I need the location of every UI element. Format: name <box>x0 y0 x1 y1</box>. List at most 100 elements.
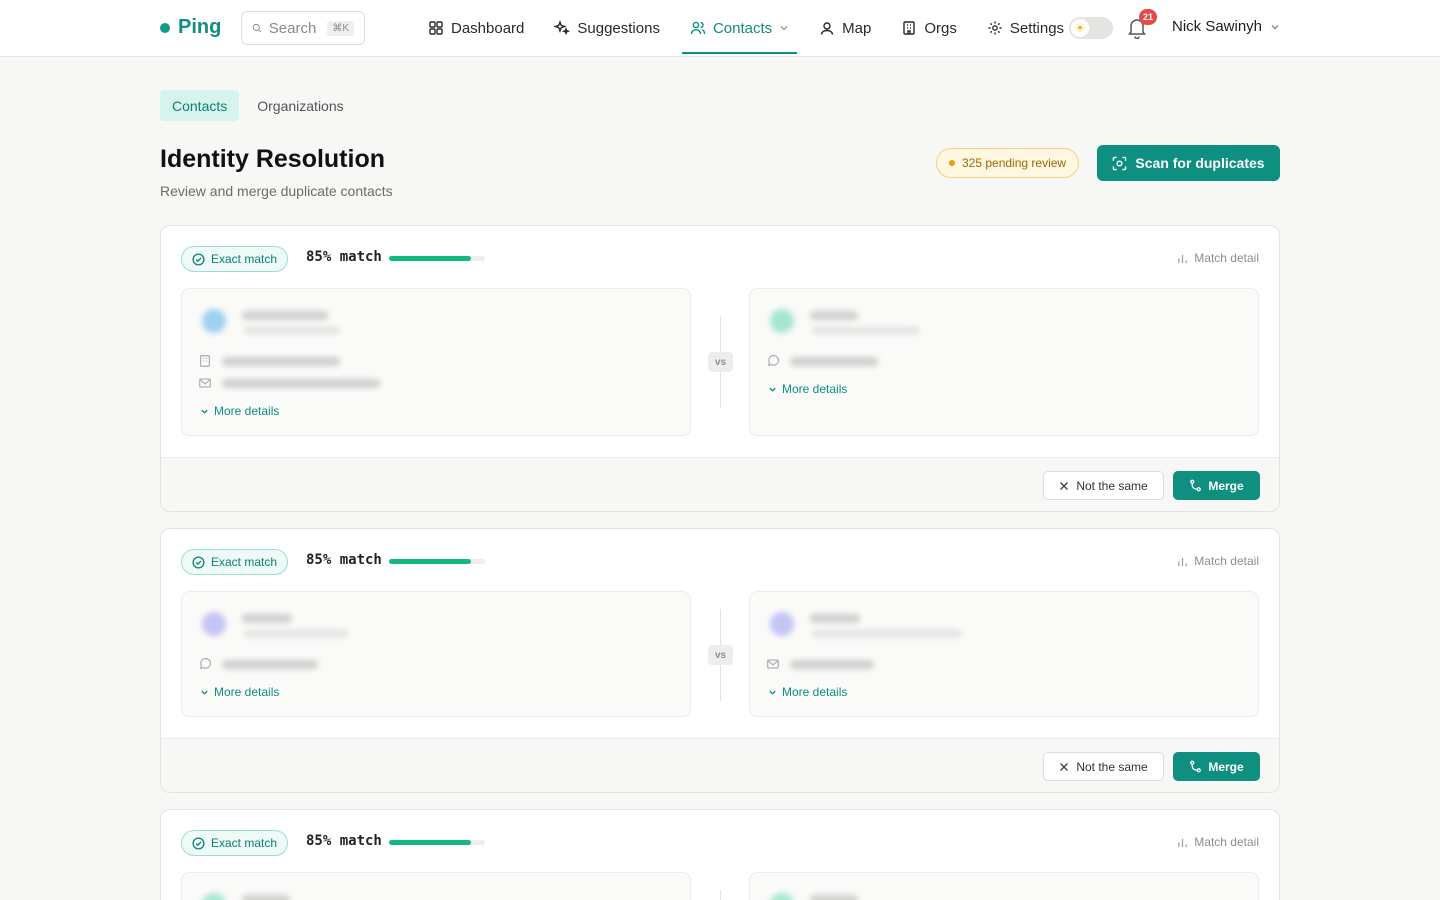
nav-contacts[interactable]: Contacts <box>681 0 798 56</box>
match-score-fill <box>389 256 471 261</box>
match-score: 85% match <box>306 249 382 265</box>
redacted-subtitle <box>244 630 348 637</box>
top-navigation-bar: Ping Search ⌘K Dashboard Suggestions Con… <box>0 0 1440 57</box>
check-circle-icon <box>192 836 205 850</box>
nav-label: Suggestions <box>577 19 660 37</box>
scan-label: Scan for duplicates <box>1135 155 1265 171</box>
map-pin-icon <box>820 22 834 35</box>
chevron-down-icon <box>769 387 776 392</box>
match-detail-link[interactable]: Match detail <box>1177 554 1259 568</box>
avatar <box>770 612 794 636</box>
more-details-toggle[interactable]: More details <box>200 685 279 699</box>
avatar <box>202 893 226 900</box>
redacted-email <box>222 379 380 388</box>
redacted-handle <box>790 357 878 366</box>
redacted-name <box>810 895 858 900</box>
nav-suggestions[interactable]: Suggestions <box>550 0 664 56</box>
subtab-organizations[interactable]: Organizations <box>245 90 355 121</box>
match-score-bar <box>389 840 485 845</box>
match-score-fill <box>389 840 471 845</box>
check-circle-icon <box>192 555 205 569</box>
subtab-contacts[interactable]: Contacts <box>160 90 240 121</box>
more-details-label: More details <box>214 404 280 418</box>
scan-duplicates-button[interactable]: Scan for duplicates <box>1097 145 1280 181</box>
redacted-name <box>242 895 290 900</box>
sun-icon: ☀ <box>1071 19 1089 37</box>
merge-icon <box>1190 479 1202 492</box>
redacted-handle <box>222 660 318 669</box>
redacted-subtitle <box>244 327 340 334</box>
building-icon <box>903 21 916 35</box>
contact-panel-left <box>181 872 691 900</box>
badge-label: Exact match <box>211 555 278 569</box>
avatar <box>202 612 226 636</box>
chat-bubble-icon <box>767 354 780 367</box>
close-icon <box>1060 481 1069 490</box>
nav-orgs[interactable]: Orgs <box>897 0 961 56</box>
match-score-bar <box>389 559 485 564</box>
search-icon <box>252 23 262 33</box>
avatar <box>770 893 794 900</box>
match-score: 85% match <box>306 833 382 849</box>
contact-panel-right: More details <box>749 288 1259 436</box>
not-the-same-label: Not the same <box>1076 478 1148 493</box>
merge-button[interactable]: Merge <box>1173 752 1260 781</box>
theme-toggle[interactable]: ☀ <box>1069 17 1113 39</box>
mail-icon <box>767 659 779 669</box>
more-details-toggle[interactable]: More details <box>200 404 279 418</box>
badge-label: Exact match <box>211 836 278 850</box>
redacted-name <box>242 614 292 623</box>
match-detail-link[interactable]: Match detail <box>1177 251 1259 265</box>
card-actions: Not the same Merge <box>161 738 1279 792</box>
status-dot-icon <box>949 160 955 166</box>
check-circle-icon <box>192 252 205 266</box>
contact-panel-left: More details <box>181 591 691 717</box>
redacted-organization <box>222 357 340 366</box>
match-detail-link[interactable]: Match detail <box>1177 835 1259 849</box>
exact-match-badge: Exact match <box>181 830 289 856</box>
not-the-same-button[interactable]: Not the same <box>1043 752 1164 781</box>
match-score-fill <box>389 559 471 564</box>
nav-label: Settings <box>1009 19 1065 37</box>
search-box[interactable]: Search ⌘K <box>241 11 365 45</box>
contact-panel-right: More details <box>749 591 1259 717</box>
main-nav: Dashboard Suggestions Contacts Map Orgs … <box>424 0 1090 56</box>
page-subtitle: Review and merge duplicate contacts <box>160 183 393 199</box>
redacted-name <box>242 311 328 320</box>
nav-label: Dashboard <box>451 19 525 37</box>
match-score: 85% match <box>306 552 382 568</box>
nav-map[interactable]: Map <box>815 0 875 56</box>
duplicate-card: Exact match 85% match Match detail More … <box>160 225 1280 512</box>
app-logo[interactable]: Ping <box>160 16 221 39</box>
merge-button[interactable]: Merge <box>1173 471 1260 500</box>
bar-chart-icon <box>1178 557 1188 566</box>
close-icon <box>1060 762 1069 771</box>
redacted-name <box>810 311 858 320</box>
gear-icon <box>988 21 1002 35</box>
pending-label: 325 pending review <box>962 156 1067 170</box>
duplicate-card: Exact match 85% match Match detail <box>160 809 1280 900</box>
chevron-down-icon <box>1271 24 1279 29</box>
more-details-toggle[interactable]: More details <box>768 382 847 396</box>
match-detail-label: Match detail <box>1194 251 1259 265</box>
notification-count-badge: 21 <box>1139 9 1157 25</box>
sparkle-icon <box>554 20 571 36</box>
chevron-down-icon <box>201 409 208 414</box>
more-details-toggle[interactable]: More details <box>768 685 847 699</box>
nav-dashboard[interactable]: Dashboard <box>424 0 528 56</box>
vs-divider <box>720 890 721 900</box>
avatar <box>202 309 226 333</box>
merge-icon <box>1190 760 1202 773</box>
user-name: Nick Sawinyh <box>1172 18 1263 35</box>
vs-label: vs <box>708 352 733 372</box>
logo-text: Ping <box>178 16 222 38</box>
vs-label: vs <box>708 645 733 665</box>
nav-settings[interactable]: Settings <box>983 0 1068 56</box>
avatar <box>770 309 794 333</box>
not-the-same-button[interactable]: Not the same <box>1043 471 1164 500</box>
search-shortcut: ⌘K <box>327 20 354 36</box>
bar-chart-icon <box>1178 254 1188 263</box>
search-placeholder: Search <box>268 19 317 37</box>
user-menu[interactable]: Nick Sawinyh <box>1172 18 1280 35</box>
more-details-label: More details <box>214 685 280 699</box>
